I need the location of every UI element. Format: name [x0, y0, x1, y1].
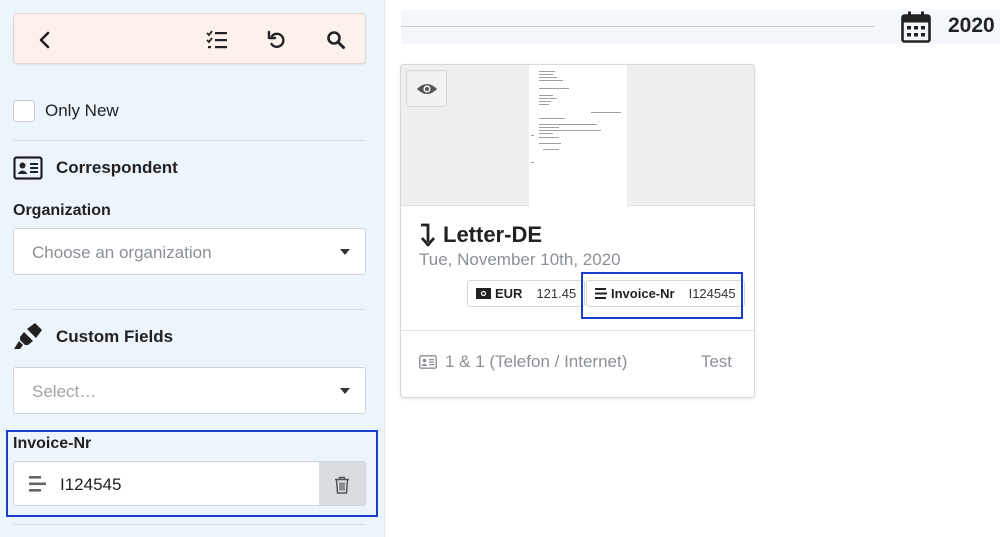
tag-key: EUR [495, 286, 523, 301]
custom-fields-section-header: Custom Fields [13, 322, 173, 352]
document-thumbnail-area [401, 65, 754, 206]
document-title[interactable]: Letter-DE [443, 222, 542, 248]
document-date: Tue, November 10th, 2020 [419, 250, 621, 269]
delete-filter-button[interactable] [319, 462, 365, 505]
eye-icon [416, 83, 437, 94]
chevron-left-icon [39, 31, 50, 49]
divider [13, 309, 366, 310]
document-card[interactable]: Letter-DE Tue, November 10th, 2020 EUR 1… [400, 64, 755, 398]
money-bill-icon [476, 288, 491, 299]
correspondent-heading: Correspondent [56, 158, 178, 177]
filter-sidebar: Only New Correspondent Organization Choo… [0, 0, 385, 537]
custom-fields-select[interactable]: Select… [13, 367, 366, 414]
filter-toolbar [13, 13, 366, 64]
address-card-icon [13, 156, 43, 180]
arrow-turn-down-icon [420, 223, 436, 247]
tag-value: 121.45 [536, 286, 577, 301]
document-correspondent[interactable]: 1 & 1 (Telefon / Internet) [419, 352, 627, 372]
select-filters-button[interactable] [204, 27, 230, 53]
invoice-filter-value[interactable]: I124545 [60, 475, 121, 495]
year-divider [401, 26, 874, 27]
custom-fields-placeholder: Select… [32, 382, 97, 401]
document-title-row: Letter-DE [419, 220, 542, 250]
correspondent-name: 1 & 1 (Telefon / Internet) [445, 352, 628, 371]
reset-button[interactable] [264, 27, 290, 53]
divider [13, 140, 366, 141]
back-button[interactable] [32, 27, 58, 53]
preview-button[interactable] [406, 70, 447, 107]
only-new-label: Only New [45, 101, 119, 120]
custom-fields-heading: Custom Fields [56, 327, 174, 346]
search-button[interactable] [323, 27, 349, 53]
divider [13, 524, 366, 525]
custom-field-tag: EUR 121.45 [467, 280, 586, 307]
document-tag[interactable]: Test [701, 352, 732, 372]
invoice-filter-input-group: I124545 [13, 461, 366, 506]
list-check-icon [206, 30, 227, 49]
document-thumbnail [529, 65, 627, 206]
calendar-icon [901, 11, 931, 43]
search-icon [327, 31, 345, 49]
app-root: Only New Correspondent Organization Choo… [0, 0, 1000, 537]
trash-icon [335, 476, 349, 494]
align-lines-icon [29, 476, 46, 492]
organization-placeholder: Choose an organization [32, 243, 212, 262]
only-new-toggle[interactable]: Only New [13, 100, 119, 122]
chevron-down-icon [340, 388, 350, 394]
year-label: 2020 [948, 14, 995, 37]
highlighter-icon [14, 323, 42, 349]
only-new-checkbox[interactable] [13, 100, 35, 122]
undo-icon [267, 30, 285, 49]
year-header: 2020 [401, 10, 1000, 44]
invoice-filter-label: Invoice-Nr [13, 435, 92, 452]
chevron-down-icon [340, 249, 350, 255]
invoice-tag-highlight [581, 272, 743, 319]
organization-label: Organization [13, 202, 111, 219]
correspondent-section-header: Correspondent [13, 153, 178, 183]
card-divider [401, 330, 754, 331]
address-card-icon [419, 355, 437, 369]
organization-select[interactable]: Choose an organization [13, 228, 366, 275]
